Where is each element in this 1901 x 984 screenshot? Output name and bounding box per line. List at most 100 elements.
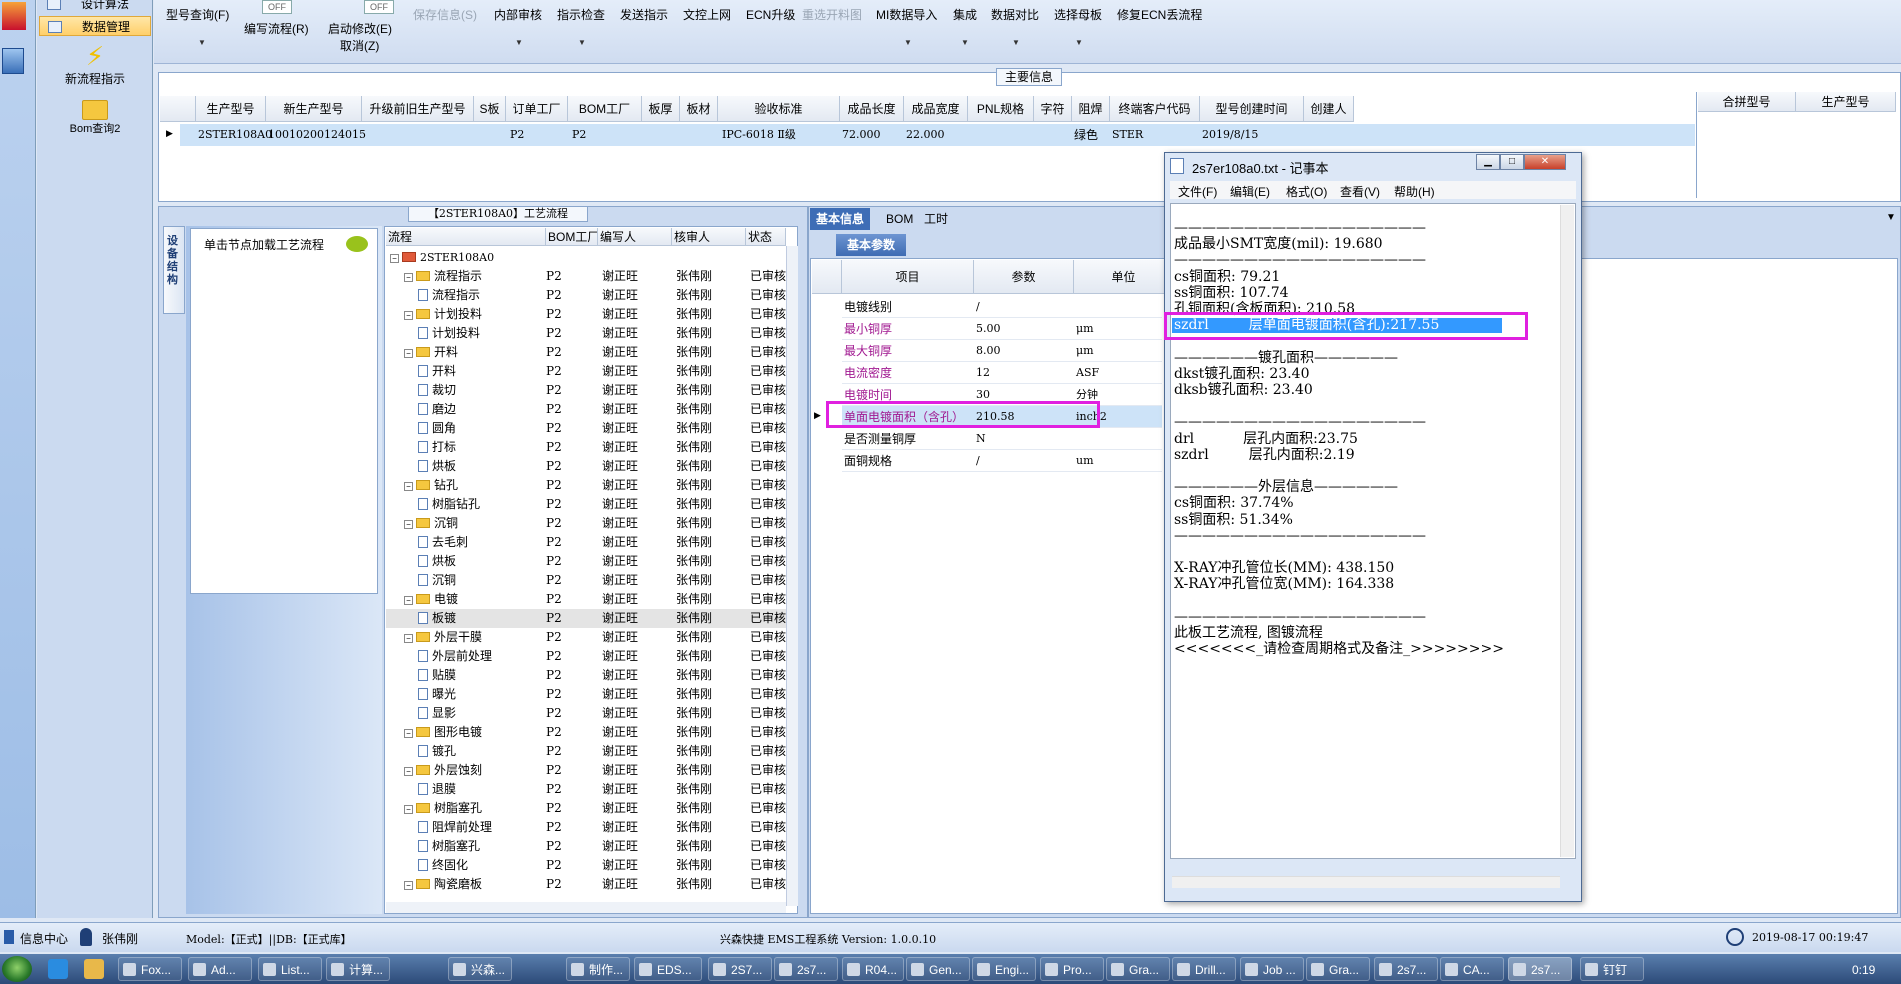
tree-node[interactable]: 圆角: [418, 419, 456, 438]
tree-row[interactable]: 退膜 P2 谢正旺 张伟刚 已审核: [386, 780, 786, 799]
tree-node[interactable]: − 开料: [404, 343, 458, 362]
nav-item-design-algo[interactable]: 设计算法: [39, 0, 151, 14]
tree-row[interactable]: − 开料 P2 谢正旺 张伟刚 已审核: [386, 343, 786, 362]
taskbar-item[interactable]: Gen...: [906, 957, 970, 981]
send-button[interactable]: 发送指示: [620, 6, 668, 23]
tree-row[interactable]: 打标 P2 谢正旺 张伟刚 已审核: [386, 438, 786, 457]
ie-icon[interactable]: [48, 959, 68, 979]
toggle-off-1[interactable]: OFF: [262, 0, 292, 14]
tree-node[interactable]: 外层前处理: [418, 647, 492, 666]
taskbar-item[interactable]: List...: [258, 957, 322, 981]
col-header[interactable]: 终端客户代码: [1110, 96, 1200, 122]
integrate-button[interactable]: 集成: [953, 6, 977, 23]
taskbar-item[interactable]: 计算...: [326, 957, 390, 981]
tree-row[interactable]: 烘板 P2 谢正旺 张伟刚 已审核: [386, 457, 786, 476]
tree-row[interactable]: 树脂塞孔 P2 谢正旺 张伟刚 已审核: [386, 837, 786, 856]
notepad-vscrollbar[interactable]: [1560, 205, 1574, 857]
chevron-down-icon[interactable]: ▼: [1012, 38, 1020, 47]
maximize-button[interactable]: □: [1500, 154, 1524, 170]
tree-row[interactable]: 磨边 P2 谢正旺 张伟刚 已审核: [386, 400, 786, 419]
param-col-header[interactable]: 参数: [974, 260, 1074, 294]
tree-col-header[interactable]: 编写人: [598, 228, 672, 246]
taskbar-item[interactable]: Gra...: [1106, 957, 1170, 981]
tab-bom[interactable]: BOM: [880, 208, 919, 230]
col-header[interactable]: 板厚: [642, 96, 680, 122]
tree-node[interactable]: 贴膜: [418, 666, 456, 685]
repair-ecn-button[interactable]: 修复ECN丢流程: [1117, 6, 1202, 23]
tree-row[interactable]: − 钻孔 P2 谢正旺 张伟刚 已审核: [386, 476, 786, 495]
expand-toggle-icon[interactable]: −: [404, 881, 413, 890]
tree-node[interactable]: 退膜: [418, 780, 456, 799]
data-compare-button[interactable]: 数据对比: [991, 6, 1039, 23]
param-row[interactable]: 是否测量铜厚 N: [842, 428, 1162, 450]
tree-node[interactable]: 沉铜: [418, 571, 456, 590]
param-row[interactable]: 最大铜厚 8.00 μm: [842, 340, 1162, 362]
tree-row[interactable]: 阻焊前处理 P2 谢正旺 张伟刚 已审核: [386, 818, 786, 837]
menu-format[interactable]: 格式(O): [1286, 183, 1327, 200]
taskbar-item[interactable]: Drill...: [1172, 957, 1236, 981]
internal-review-button[interactable]: 内部审核: [494, 6, 542, 23]
taskbar-item[interactable]: 制作...: [566, 957, 630, 981]
chevron-down-icon[interactable]: ▼: [1075, 38, 1083, 47]
tree-node[interactable]: − 2STER108A0: [390, 248, 494, 267]
tree-col-header[interactable]: BOM工厂: [546, 228, 598, 246]
tab-basic-info[interactable]: 基本信息: [810, 208, 871, 230]
tree-node[interactable]: 磨边: [418, 400, 456, 419]
param-value[interactable]: 8.00: [976, 340, 1001, 362]
select-mother-board-button[interactable]: 选择母板: [1054, 6, 1102, 23]
module-icon[interactable]: [2, 48, 24, 74]
start-modify-button[interactable]: 启动修改(E): [328, 20, 392, 37]
col-header[interactable]: 生产型号: [196, 96, 266, 122]
close-button[interactable]: ✕: [1524, 154, 1566, 170]
col-header[interactable]: 成品宽度: [904, 96, 968, 122]
param-unit[interactable]: μm: [1076, 318, 1094, 340]
publish-button[interactable]: 文控上网: [683, 6, 731, 23]
param-col-header[interactable]: 单位: [1074, 260, 1174, 294]
col-header[interactable]: 成品长度: [840, 96, 904, 122]
collapse-icon[interactable]: ▼: [1886, 212, 1896, 223]
start-button[interactable]: [2, 956, 32, 982]
taskbar-item[interactable]: Pro...: [1040, 957, 1104, 981]
tree-node[interactable]: − 钻孔: [404, 476, 458, 495]
expand-toggle-icon[interactable]: −: [404, 520, 413, 529]
param-row[interactable]: 最小铜厚 5.00 μm: [842, 318, 1162, 340]
taskbar-item[interactable]: 2S7...: [708, 957, 772, 981]
param-row[interactable]: 面铜规格 / um: [842, 450, 1162, 472]
tree-row[interactable]: 终固化 P2 谢正旺 张伟刚 已审核: [386, 856, 786, 875]
bom-query-tool[interactable]: Bom查询2: [39, 100, 151, 136]
tree-node[interactable]: − 图形电镀: [404, 723, 482, 742]
tree-node[interactable]: 裁切: [418, 381, 456, 400]
param-unit[interactable]: ASF: [1076, 362, 1099, 384]
notepad-hscrollbar[interactable]: [1172, 876, 1560, 888]
tree-col-header[interactable]: 状态: [746, 228, 786, 246]
col-header[interactable]: 订单工厂: [506, 96, 568, 122]
reselect-cut-button[interactable]: 重选开料图: [802, 6, 862, 23]
new-flow-tool[interactable]: ⚡ 新流程指示: [39, 42, 151, 87]
tree-node[interactable]: − 陶瓷磨板: [404, 875, 482, 894]
param-unit[interactable]: um: [1076, 450, 1094, 472]
col-header[interactable]: 字符: [1034, 96, 1072, 122]
tree-row[interactable]: 沉铜 P2 谢正旺 张伟刚 已审核: [386, 571, 786, 590]
taskbar-item[interactable]: R04...: [842, 957, 904, 981]
col-header[interactable]: 升级前旧生产型号: [362, 96, 474, 122]
menu-file[interactable]: 文件(F): [1178, 183, 1217, 200]
cancel-button[interactable]: 取消(Z): [340, 37, 379, 54]
tree-node[interactable]: 烘板: [418, 552, 456, 571]
expand-toggle-icon[interactable]: −: [404, 634, 413, 643]
col-header[interactable]: 创建人: [1304, 96, 1354, 122]
param-row[interactable]: 电镀线别 /: [842, 296, 1162, 318]
check-button[interactable]: 指示检查: [557, 6, 605, 23]
tree-row[interactable]: 去毛刺 P2 谢正旺 张伟刚 已审核: [386, 533, 786, 552]
tree-node[interactable]: 流程指示: [418, 286, 480, 305]
tree-node[interactable]: − 流程指示: [404, 267, 482, 286]
menu-edit[interactable]: 编辑(E): [1230, 183, 1270, 200]
param-value[interactable]: N: [976, 428, 986, 450]
tree-row[interactable]: 圆角 P2 谢正旺 张伟刚 已审核: [386, 419, 786, 438]
taskbar-item[interactable]: 2s7...: [1374, 957, 1438, 981]
tree-node[interactable]: 去毛刺: [418, 533, 468, 552]
taskbar-item[interactable]: Engi...: [972, 957, 1036, 981]
ecn-upgrade-button[interactable]: ECN升级: [746, 6, 795, 23]
tree-row[interactable]: 镀孔 P2 谢正旺 张伟刚 已审核: [386, 742, 786, 761]
col-header[interactable]: S板: [474, 96, 506, 122]
tree-row[interactable]: 板镀 P2 谢正旺 张伟刚 已审核: [386, 609, 786, 628]
